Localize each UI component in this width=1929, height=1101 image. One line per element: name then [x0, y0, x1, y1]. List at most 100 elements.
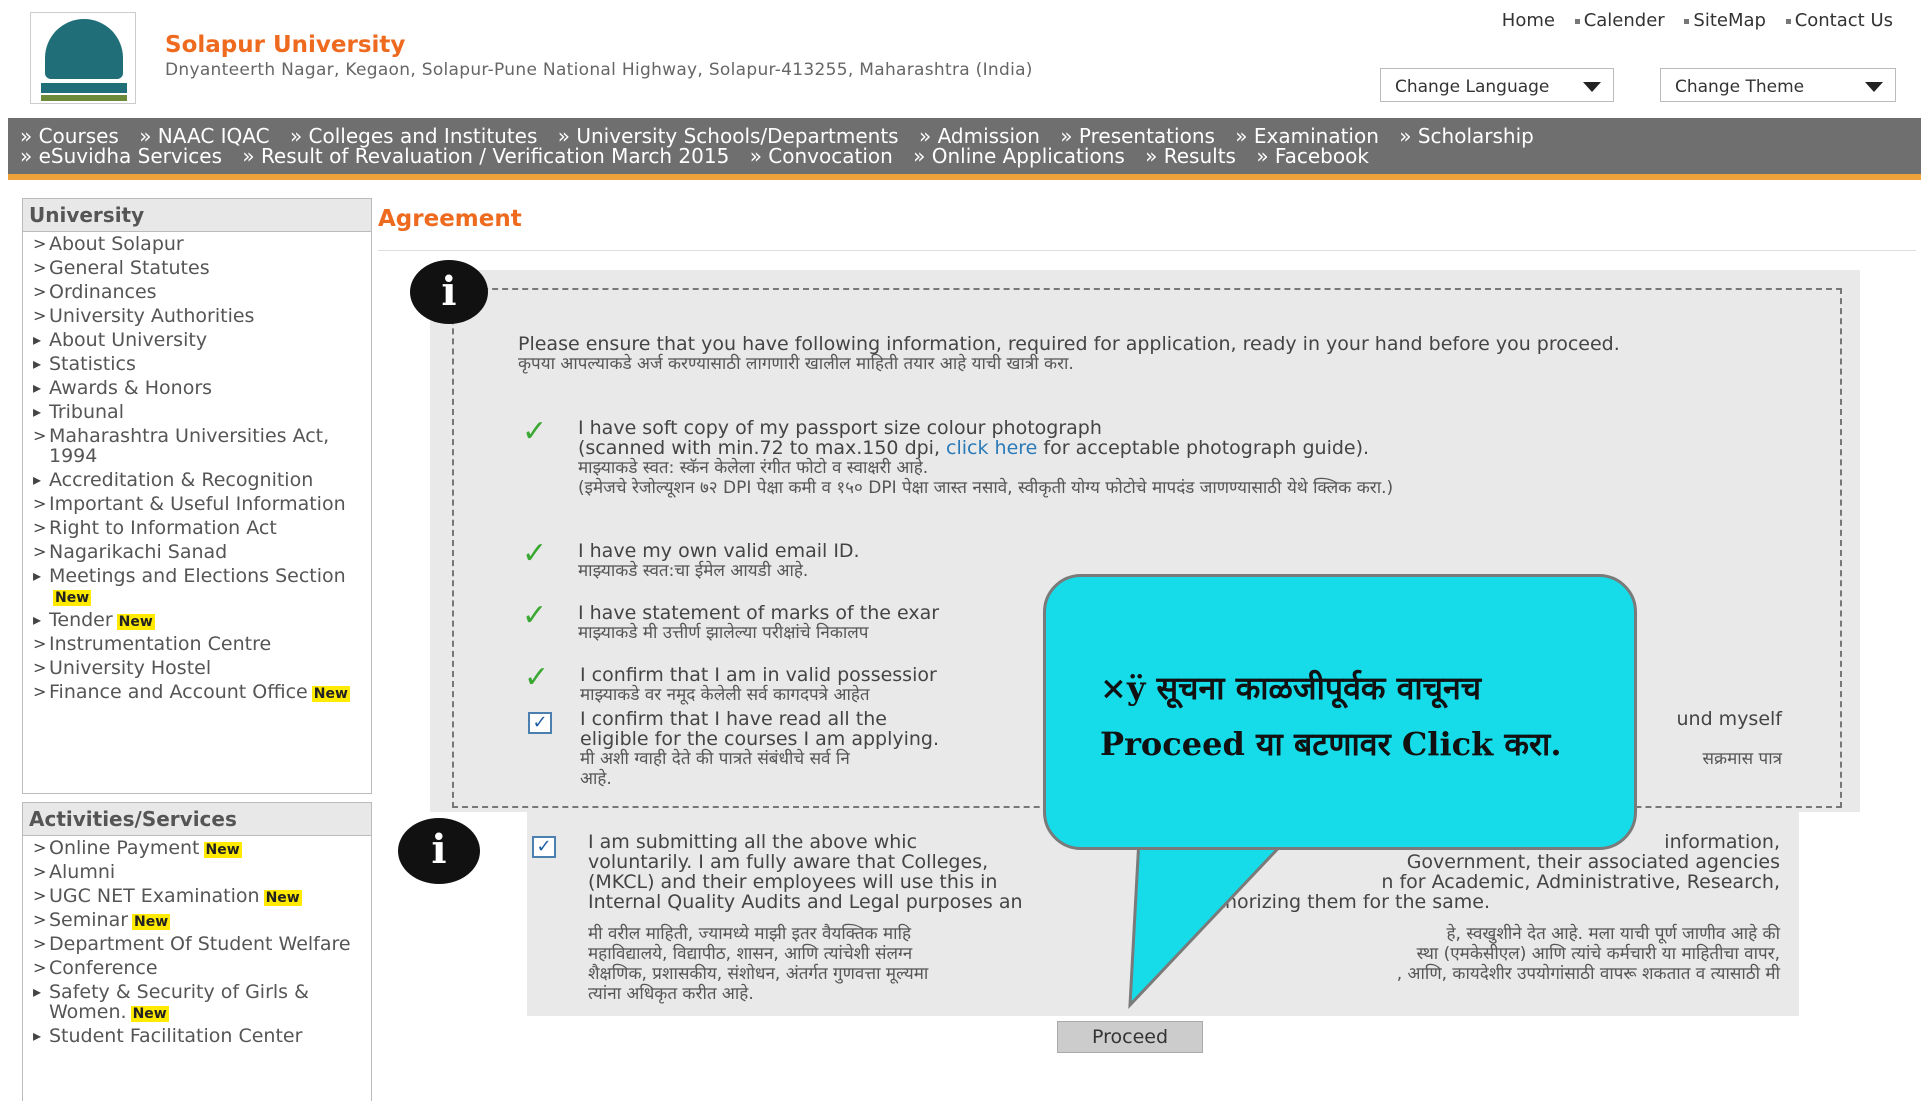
marks-requirement: I have statement of marks of the exar मा…: [578, 603, 1048, 643]
marks-english: I have statement of marks of the exar: [578, 602, 940, 624]
photograph-guide-link[interactable]: click here: [946, 437, 1037, 459]
main-nav: » Courses » NAAC IQAC » Colleges and Ins…: [8, 118, 1921, 180]
divider: [378, 250, 1916, 251]
university-sidebar: University > About Solapur > General Statut…: [22, 198, 372, 794]
activities-menu: > Online Payment New > Alumni > UGC NET Examin…: [23, 836, 371, 1048]
activities-item[interactable]: > Online Payment New: [23, 836, 371, 860]
university-item[interactable]: ▸ Accreditation & Recognition: [23, 468, 371, 492]
page-title: Agreement: [378, 206, 522, 232]
university-item[interactable]: > Important & Useful Information: [23, 492, 371, 516]
calender-link[interactable]: Calender: [1574, 10, 1665, 31]
university-item[interactable]: > Instrumentation Centre: [23, 632, 371, 656]
triangle-right-icon: ▸: [33, 354, 42, 373]
nav-scholarship[interactable]: » Scholarship: [1399, 124, 1534, 148]
university-item[interactable]: > About Solapur: [23, 232, 371, 256]
email-english: I have my own valid email ID.: [578, 540, 860, 562]
activities-sidebar: Activities/Services > Online Payment New > A…: [22, 802, 372, 1101]
activities-item[interactable]: > Department Of Student Welfare: [23, 932, 371, 956]
nav-esuvidha[interactable]: » eSuvidha Services: [20, 144, 222, 168]
university-item[interactable]: ▸ Tender New: [23, 608, 371, 632]
logo-band-green: [41, 95, 127, 101]
change-language-select[interactable]: Change Language: [1380, 68, 1614, 102]
university-item-label: About Solapur: [49, 233, 184, 255]
nav-revaluation[interactable]: » Result of Revaluation / Verification M…: [242, 144, 729, 168]
logo-band: [41, 83, 127, 93]
university-item-label: Awards & Honors: [49, 377, 213, 399]
activities-item[interactable]: > Seminar New: [23, 908, 371, 932]
nav-results[interactable]: » Results: [1145, 144, 1236, 168]
top-links: Home Calender SiteMap Contact Us: [1488, 10, 1893, 31]
university-item-label: General Statutes: [49, 257, 210, 279]
intro-english: Please ensure that you have following in…: [518, 333, 1620, 355]
check-icon: ✓: [522, 414, 548, 449]
university-item[interactable]: > Ordinances: [23, 280, 371, 304]
activities-item-label: Seminar: [49, 909, 129, 931]
nav-online-applications[interactable]: » Online Applications: [913, 144, 1125, 168]
sidebar-heading-activities: Activities/Services: [23, 803, 371, 836]
read-rules-checkbox[interactable]: ✓: [528, 712, 552, 734]
activities-item-label: Conference: [49, 957, 158, 979]
photo-english: I have soft copy of my passport size col…: [578, 417, 1102, 439]
university-item-label: Instrumentation Centre: [49, 633, 272, 655]
logo-emblem: [45, 19, 123, 79]
activities-item[interactable]: > Alumni: [23, 860, 371, 884]
university-item[interactable]: > Nagarikachi Sanad: [23, 540, 371, 564]
check-icon: ✓: [522, 536, 548, 571]
nav-convocation[interactable]: » Convocation: [750, 144, 893, 168]
possession-confirmation: I confirm that I am in valid possessior …: [580, 665, 1050, 705]
activities-item-label: Alumni: [49, 861, 116, 883]
triangle-right-icon: ▸: [33, 1026, 42, 1045]
university-item[interactable]: ▸ Awards & Honors: [23, 376, 371, 400]
university-item-label: Finance and Account Office: [49, 681, 308, 703]
contact-us-link[interactable]: Contact Us: [1785, 10, 1893, 31]
activities-item[interactable]: > UGC NET Examination New: [23, 884, 371, 908]
university-item[interactable]: ▸ About University: [23, 328, 371, 352]
possession-english: I confirm that I am in valid possessior: [580, 664, 937, 686]
university-item[interactable]: > University Authorities: [23, 304, 371, 328]
chevron-right-icon: >: [33, 658, 47, 677]
consent-checkbox[interactable]: ✓: [532, 836, 556, 858]
chevron-right-icon: >: [33, 958, 47, 977]
sitemap-link[interactable]: SiteMap: [1684, 10, 1766, 31]
change-theme-select[interactable]: Change Theme: [1660, 68, 1896, 102]
callout-line-2: Proceed या बटणावर Click करा.: [1100, 725, 1562, 763]
activities-item[interactable]: > Conference: [23, 956, 371, 980]
chevron-down-icon: [1865, 82, 1883, 92]
bullet-icon: [1785, 18, 1791, 24]
chevron-right-icon: >: [33, 910, 47, 929]
university-item[interactable]: ▸ Tribunal: [23, 400, 371, 424]
university-item-label: Tender: [49, 609, 113, 631]
university-item[interactable]: > Finance and Account Office New: [23, 680, 371, 704]
home-link[interactable]: Home: [1502, 10, 1555, 31]
university-item-label: About University: [49, 329, 208, 351]
university-item[interactable]: > General Statutes: [23, 256, 371, 280]
university-item[interactable]: ▸ Meetings and Elections Section New: [23, 564, 371, 608]
new-badge: New: [311, 686, 350, 702]
activities-item-label: Student Facilitation Center: [49, 1025, 303, 1047]
chevron-down-icon: [1583, 82, 1601, 92]
new-badge: New: [116, 614, 155, 630]
activities-item[interactable]: ▸ Safety & Security of Girls & Women. New: [23, 980, 371, 1024]
intro-text: Please ensure that you have following in…: [518, 334, 1780, 374]
university-item[interactable]: ▸ Statistics: [23, 352, 371, 376]
activities-item[interactable]: ▸ Student Facilitation Center: [23, 1024, 371, 1048]
chevron-right-icon: >: [33, 234, 47, 253]
university-item[interactable]: > University Hostel: [23, 656, 371, 680]
university-logo[interactable]: [30, 12, 136, 104]
chevron-right-icon: >: [33, 634, 47, 653]
triangle-right-icon: ▸: [33, 566, 42, 585]
university-item[interactable]: > Maharashtra Universities Act, 1994: [23, 424, 371, 468]
callout-text: ×ÿ सूचना काळजीपूर्वक वाचूनच Proceed या ब…: [1100, 660, 1620, 772]
university-item-label: Important & Useful Information: [49, 493, 346, 515]
chevron-right-icon: >: [33, 542, 47, 561]
new-badge: New: [203, 842, 242, 858]
university-item-label: University Hostel: [49, 657, 212, 679]
university-item[interactable]: > Right to Information Act: [23, 516, 371, 540]
proceed-button[interactable]: Proceed: [1057, 1021, 1203, 1053]
check-icon: ✓: [524, 660, 550, 695]
university-item-label: Nagarikachi Sanad: [49, 541, 228, 563]
university-menu: > About Solapur > General Statutes > Ordinanc…: [23, 232, 371, 704]
nav-facebook[interactable]: » Facebook: [1256, 144, 1369, 168]
activities-item-label: Online Payment: [49, 837, 200, 859]
chevron-right-icon: >: [33, 426, 47, 445]
